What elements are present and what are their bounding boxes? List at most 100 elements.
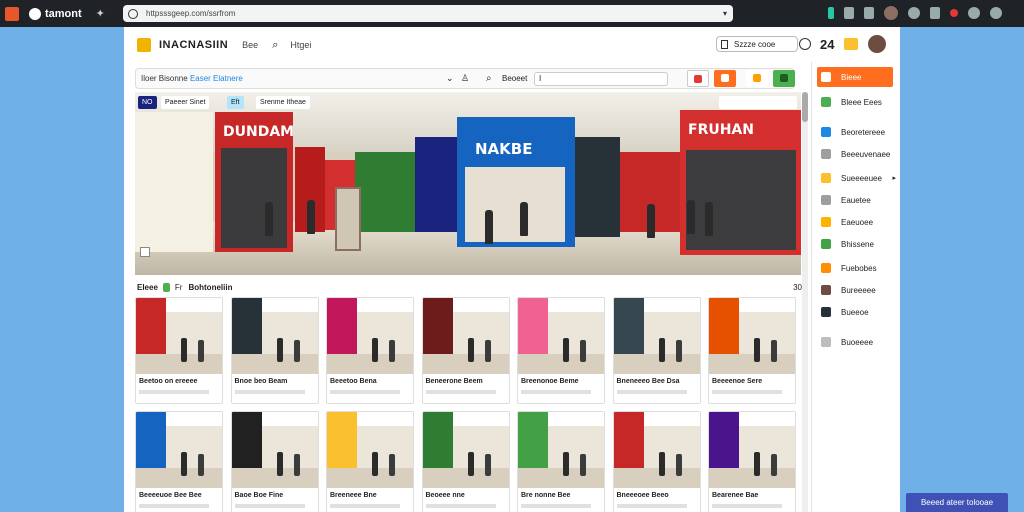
breadcrumb-item[interactable]: Iloer Bisonne <box>141 74 188 83</box>
side-item[interactable]: Eauetee <box>812 190 900 210</box>
store-thumbnail[interactable] <box>709 298 795 374</box>
store-card[interactable]: Bneneeeo Bee Dsa <box>612 297 701 404</box>
hero-chip-blank[interactable] <box>719 96 797 109</box>
side-item[interactable]: Bhissene <box>812 234 900 254</box>
url-text[interactable]: httpsssgeep.com/ssrfrom <box>146 9 235 18</box>
side-item[interactable]: Beoretereee <box>812 122 900 142</box>
store-card[interactable]: Beoeee nne <box>421 411 510 512</box>
alert-button[interactable] <box>687 70 709 87</box>
store-thumbnail[interactable] <box>709 412 795 488</box>
store-thumbnail[interactable] <box>518 298 604 374</box>
chevron-down-icon[interactable]: ▾ <box>723 9 727 18</box>
store-card[interactable]: Bearenee Bae <box>708 411 796 512</box>
side-item[interactable]: Buoeeee <box>812 332 900 352</box>
side-item[interactable]: Bueeoe <box>812 302 900 322</box>
user-avatar[interactable] <box>868 35 887 53</box>
side-item[interactable]: Eaeuoee <box>812 212 900 232</box>
store-card[interactable]: Beeetoo Bena <box>326 297 414 404</box>
floating-action-button[interactable]: Beeed ateer tolooae <box>906 493 1008 512</box>
store-thumbnail[interactable] <box>136 412 222 488</box>
card-caption[interactable]: Bnoe beo Beam <box>235 378 288 385</box>
store-card[interactable]: Breeneee Bne <box>326 411 414 512</box>
side-item[interactable]: Fuebobes <box>812 258 900 278</box>
scrollbar-thumb[interactable] <box>802 92 808 122</box>
hero-image[interactable]: DUNDAM NAKBE FRUHAN NO Paeeer Sinet Eft … <box>135 92 801 275</box>
app-logo-icon[interactable] <box>5 6 19 21</box>
card-caption[interactable]: Beneerone Beem <box>426 378 483 385</box>
card-caption[interactable]: Beetoo on ereeee <box>139 378 197 385</box>
side-item[interactable]: Beeeuvenaee <box>812 144 900 164</box>
palette-button[interactable] <box>746 70 768 87</box>
export-button[interactable] <box>773 70 795 87</box>
search-input[interactable]: I <box>534 72 668 86</box>
side-item[interactable]: Bleee Eees <box>812 92 900 112</box>
person-icon[interactable]: ♙ <box>461 73 469 84</box>
store-card[interactable]: Breenonoe Beme <box>517 297 605 404</box>
card-caption[interactable]: Bre nonne Bee <box>521 492 570 499</box>
store-card[interactable]: Bre nonne Bee <box>517 411 605 512</box>
card-caption[interactable]: Beeetoo Bena <box>330 378 377 385</box>
card-caption[interactable]: Bneeeoee Beeo <box>617 492 669 499</box>
gift-icon[interactable] <box>844 38 859 50</box>
store-card[interactable]: Beeeeuoe Bee Bee <box>135 411 223 512</box>
store-card[interactable]: Bneeeoee Beeo <box>612 411 701 512</box>
menu-icon[interactable] <box>990 7 1002 19</box>
store-thumbnail[interactable] <box>422 412 509 488</box>
nav-link-2[interactable]: Htgei <box>290 40 311 50</box>
card-caption[interactable]: Breenonoe Beme <box>521 378 579 385</box>
record-icon[interactable] <box>950 9 958 17</box>
store-thumbnail[interactable] <box>613 298 700 374</box>
card-caption[interactable]: Bneneeeo Bee Dsa <box>617 378 680 385</box>
store-thumbnail[interactable] <box>231 412 318 488</box>
extension-icon[interactable] <box>908 7 920 19</box>
card-caption[interactable]: Breeneee Bne <box>330 492 377 499</box>
store-card[interactable]: Beeeenoe Sere <box>708 297 796 404</box>
profile-avatar[interactable] <box>884 6 898 20</box>
search-icon[interactable]: ⌕ <box>272 39 278 52</box>
help-icon[interactable] <box>799 38 811 50</box>
store-card[interactable]: Beetoo on ereeee <box>135 297 223 404</box>
hero-chip[interactable]: Eft <box>227 96 244 109</box>
card-caption[interactable]: Beeeenoe Sere <box>712 378 762 385</box>
store-card[interactable]: Baoe Boe Fine <box>230 411 319 512</box>
scrollbar[interactable] <box>802 92 808 512</box>
badge-count[interactable]: 24 <box>820 37 834 52</box>
chevron-down-icon[interactable]: ⌄ <box>446 73 454 84</box>
side-item[interactable]: Sueeeeuee ▸ <box>812 168 900 188</box>
hero-chip[interactable]: Srenme Itheae <box>256 96 310 109</box>
settings-icon[interactable] <box>968 7 980 19</box>
breadcrumb-current[interactable]: Easer Elatnere <box>190 74 243 83</box>
hero-chip[interactable]: Paeeer Sinet <box>161 96 210 109</box>
section-count[interactable]: 30 <box>793 283 802 292</box>
nav-link-1[interactable]: Bee <box>242 40 258 50</box>
store-thumbnail[interactable] <box>518 412 604 488</box>
site-title[interactable]: INACNASIIN <box>159 39 228 51</box>
chevron-right-icon[interactable]: ▸ <box>892 174 896 182</box>
store-thumbnail[interactable] <box>613 412 700 488</box>
site-logo-icon[interactable] <box>137 38 151 52</box>
signin-button[interactable]: Szzze cooe <box>716 36 811 52</box>
store-card[interactable]: Bnoe beo Beam <box>230 297 319 404</box>
record-button[interactable] <box>714 70 736 87</box>
pin-icon[interactable] <box>828 7 834 19</box>
card-caption[interactable]: Baoe Boe Fine <box>235 492 284 499</box>
store-thumbnail[interactable] <box>136 298 222 374</box>
store-thumbnail[interactable] <box>327 298 413 374</box>
store-thumbnail[interactable] <box>422 298 509 374</box>
tabs-icon[interactable] <box>864 7 874 19</box>
share-icon[interactable] <box>844 7 854 19</box>
store-thumbnail[interactable] <box>327 412 413 488</box>
store-thumbnail[interactable] <box>231 298 318 374</box>
hero-chip[interactable]: NO <box>138 96 157 109</box>
download-icon[interactable] <box>930 7 940 19</box>
side-item[interactable]: Bureeeee <box>812 280 900 300</box>
card-caption[interactable]: Beoeee nne <box>426 492 465 499</box>
sort-label[interactable]: Beoeet <box>502 74 527 83</box>
side-item[interactable]: Bieee <box>817 67 893 87</box>
card-caption[interactable]: Bearenee Bae <box>712 492 758 499</box>
sparkle-icon[interactable]: ✦ <box>96 7 105 20</box>
expand-icon[interactable] <box>140 247 150 257</box>
url-bar[interactable]: httpsssgeep.com/ssrfrom ▾ <box>123 5 733 22</box>
card-caption[interactable]: Beeeeuoe Bee Bee <box>139 492 202 499</box>
search-icon[interactable]: ⌕ <box>486 73 492 84</box>
